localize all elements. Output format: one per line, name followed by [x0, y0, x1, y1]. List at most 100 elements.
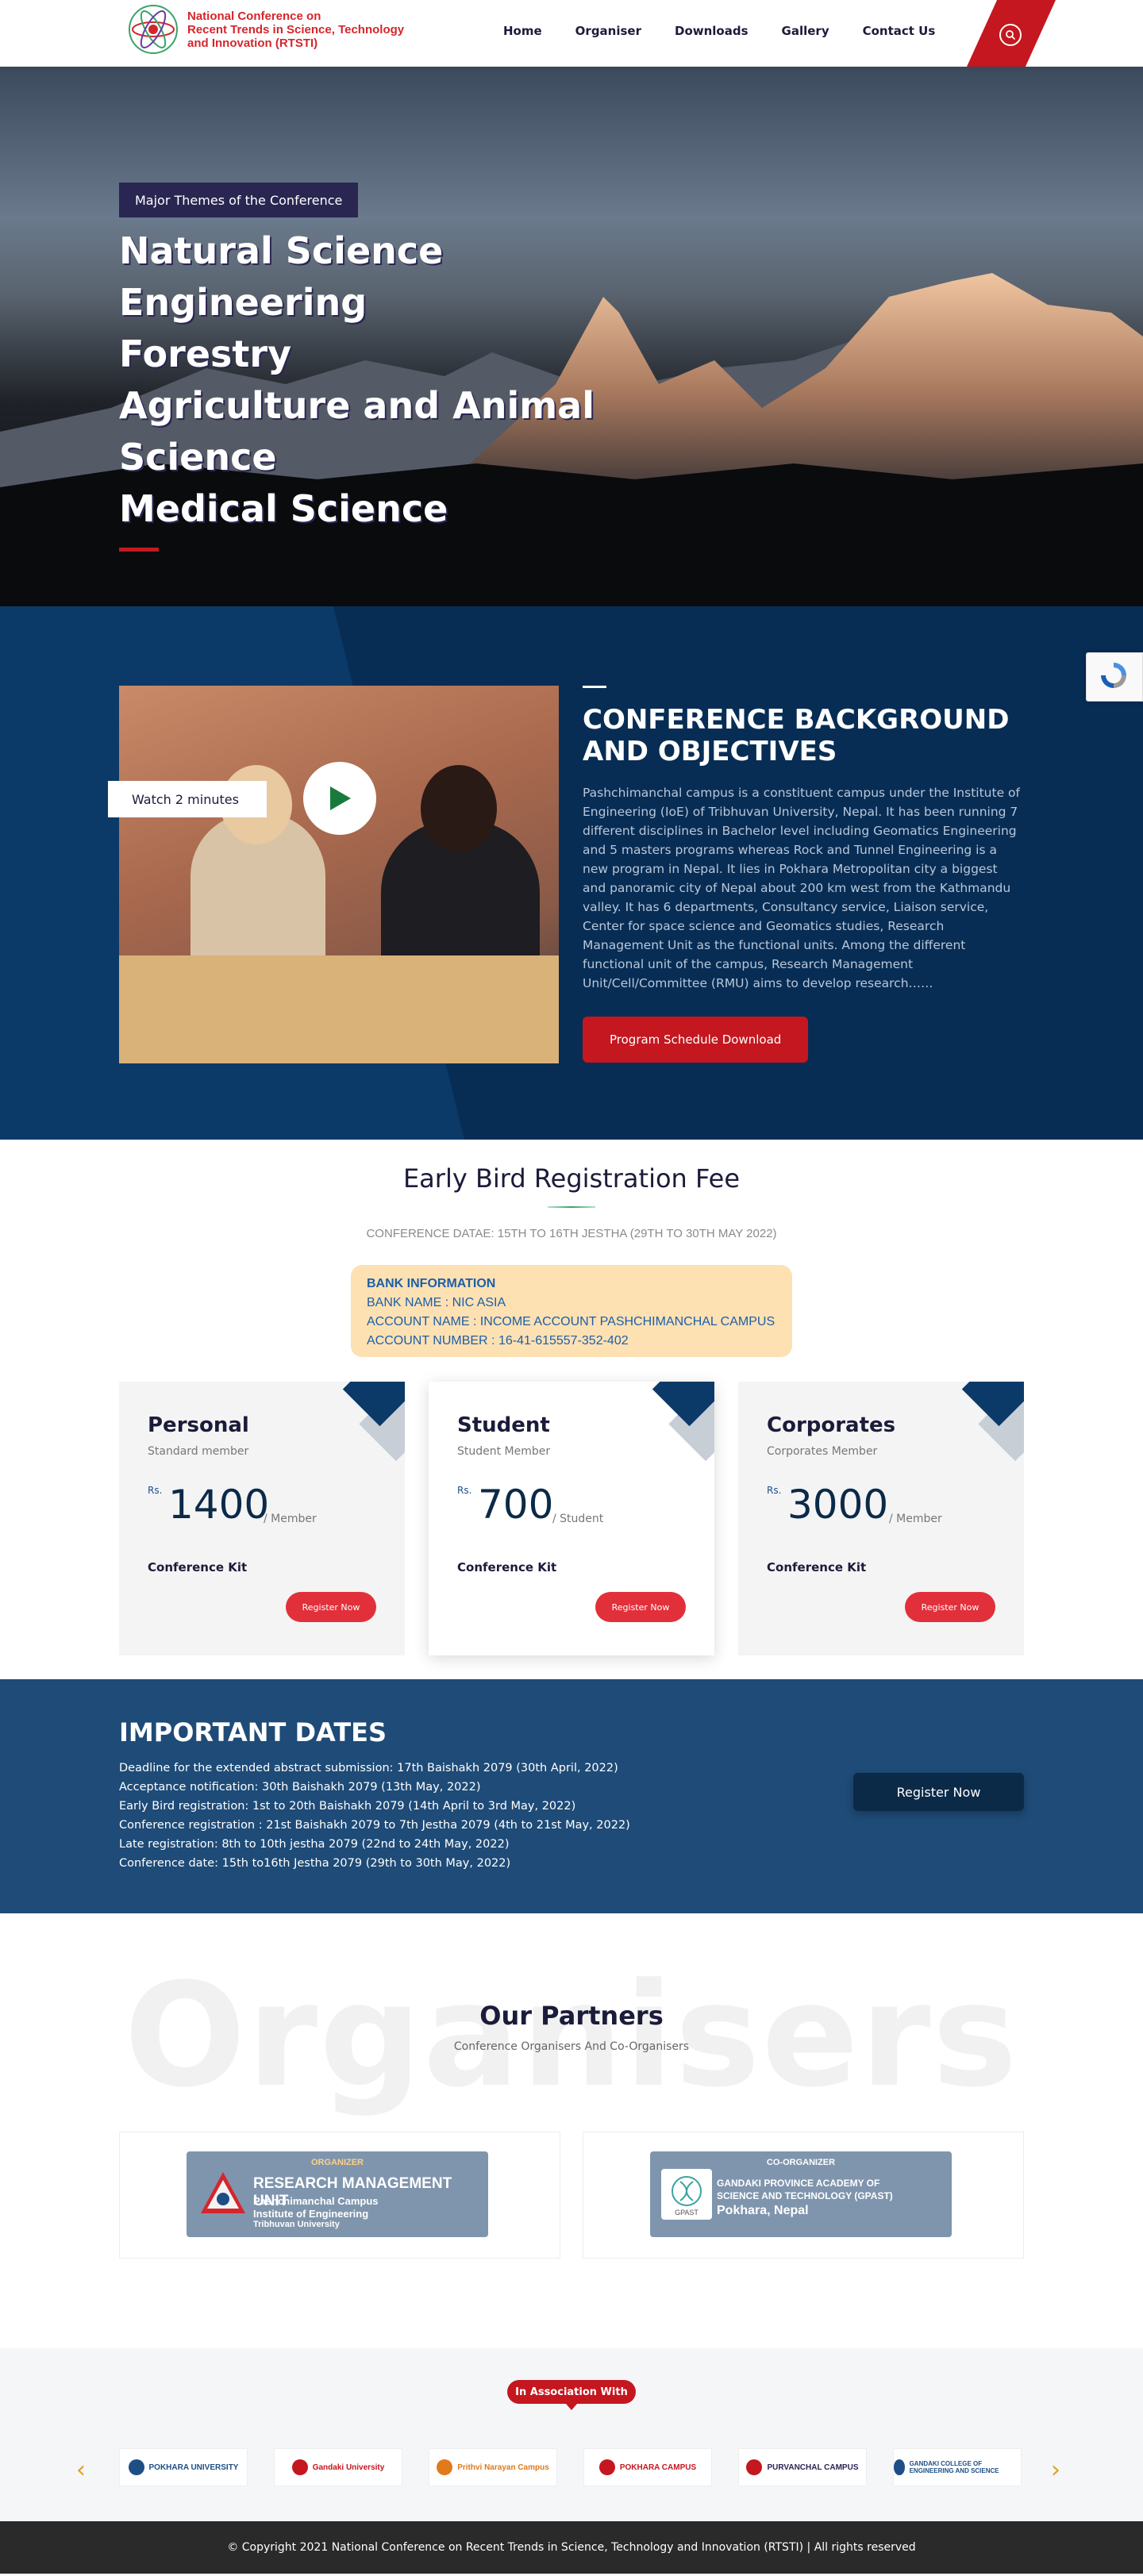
- conference-date: CONFERENCE DATAE: 15TH TO 16TH JESTHA (2…: [366, 1227, 777, 1240]
- search-icon: [1006, 30, 1016, 40]
- organizer-banner[interactable]: ORGANIZER RESEARCH MANAGEMENT UNIT Pashc…: [187, 2151, 488, 2237]
- important-dates-title: IMPORTANT DATES: [119, 1717, 387, 1747]
- organisers-watermark: Organisers: [124, 1953, 1019, 2119]
- theme-forestry: Forestry: [119, 333, 292, 375]
- hero-themes: Natural Science Engineering Forestry Agr…: [119, 225, 595, 535]
- background-title: CONFERENCE BACKGROUND AND OBJECTIVES: [583, 704, 1010, 767]
- early-bird-title: Early Bird Registration Fee: [402, 1163, 741, 1194]
- carousel-next-icon[interactable]: ›: [1051, 2456, 1060, 2484]
- association-logos: POKHARA UNIVERSITY Gandaki University Pr…: [119, 2448, 1024, 2486]
- nav-downloads[interactable]: Downloads: [675, 24, 749, 38]
- theme-agriculture: Agriculture and Animal: [119, 384, 595, 427]
- gandaki-university-icon: [291, 2459, 308, 2475]
- date-item: Conference registration : 21st Baishakh …: [119, 1819, 630, 1832]
- site-header: National Conference on Recent Trends in …: [0, 0, 1143, 67]
- logo-label: Gandaki University: [312, 2463, 385, 2472]
- important-dates-section: IMPORTANT DATES Deadline for the extende…: [0, 1679, 1143, 1913]
- logo-gandaki-university[interactable]: Gandaki University: [274, 2448, 402, 2486]
- register-now-button-corporates[interactable]: Register Now: [905, 1592, 995, 1622]
- date-item: Deadline for the extended abstract submi…: [119, 1762, 618, 1774]
- register-now-button-student[interactable]: Register Now: [595, 1592, 686, 1622]
- background-section: Watch 2 minutes CONFERENCE BACKGROUND AN…: [0, 606, 1143, 1140]
- logo-pokhara-campus[interactable]: POKHARA CAMPUS: [583, 2448, 712, 2486]
- organizer-line-2: Pashchimanchal Campus: [253, 2195, 379, 2207]
- ioe-emblem-icon: [201, 2172, 245, 2213]
- partners-title: Our Partners: [479, 2001, 664, 2031]
- theme-engineering: Engineering: [119, 281, 368, 324]
- logo-gandaki-college[interactable]: GANDAKI COLLEGE OF ENGINEERING AND SCIEN…: [893, 2448, 1022, 2486]
- logo-purvanchal-campus[interactable]: PURVANCHAL CAMPUS: [738, 2448, 867, 2486]
- co-organizer-tag: CO-ORGANIZER: [766, 2158, 836, 2167]
- watch-duration-label: Watch 2 minutes: [108, 781, 267, 817]
- logo-prithvi-narayan-campus[interactable]: Prithvi Narayan Campus: [429, 2448, 557, 2486]
- video-play-button[interactable]: [303, 762, 376, 835]
- organizer-box: ORGANIZER RESEARCH MANAGEMENT UNIT Pashc…: [119, 2132, 560, 2259]
- logo-label: Prithvi Narayan Campus: [457, 2463, 549, 2472]
- program-schedule-download-button[interactable]: Program Schedule Download: [583, 1017, 809, 1063]
- recaptcha-badge[interactable]: [1086, 652, 1143, 702]
- early-bird-divider: [548, 1206, 595, 1208]
- plan-currency: Rs.: [457, 1485, 472, 1496]
- nav-home[interactable]: Home: [503, 24, 542, 38]
- register-now-button-personal[interactable]: Register Now: [286, 1592, 376, 1622]
- video-thumbnail[interactable]: [119, 686, 559, 1063]
- nav-organiser[interactable]: Organiser: [575, 24, 641, 38]
- bank-account-name: ACCOUNT NAME : INCOME ACCOUNT PASHCHIMAN…: [367, 1315, 775, 1328]
- gpast-logo-text: GPAST: [675, 2209, 698, 2217]
- page: National Conference on Recent Trends in …: [0, 0, 1143, 2574]
- nav-gallery[interactable]: Gallery: [782, 24, 829, 38]
- carousel-prev-icon[interactable]: ‹: [76, 2456, 86, 2484]
- purvanchal-campus-icon: [746, 2459, 763, 2475]
- hero-badge: Major Themes of the Conference: [119, 183, 359, 217]
- bank-account-number: ACCOUNT NUMBER : 16-41-615557-352-402: [367, 1334, 629, 1348]
- partners-subtitle: Conference Organisers And Co-Organisers: [453, 2040, 690, 2053]
- co-organizer-line-1: GANDAKI PROVINCE ACADEMY OF: [717, 2178, 880, 2189]
- bank-heading: BANK INFORMATION: [367, 1277, 496, 1290]
- plan-price: 3000: [787, 1482, 889, 1528]
- organizer-lines: Pashchimanchal Campus Institute of Engin…: [253, 2195, 379, 2220]
- organizer-line-3: Institute of Engineering: [253, 2208, 369, 2220]
- site-title-line-3: and Innovation (RTSTI): [187, 36, 318, 50]
- pricing-card-student: Student Student Member Rs. 700 / Student…: [429, 1382, 714, 1655]
- plan-name: Personal: [148, 1413, 249, 1437]
- plan-unit: / Student: [552, 1513, 604, 1525]
- copyright-text: © Copyright 2021 National Conference on …: [227, 2541, 916, 2554]
- hero-banner: Major Themes of the Conference Natural S…: [0, 67, 1143, 606]
- plan-name: Corporates: [767, 1413, 896, 1437]
- site-logo[interactable]: National Conference on Recent Trends in …: [127, 0, 404, 59]
- logo-label: POKHARA UNIVERSITY: [148, 2463, 239, 2472]
- play-icon: [330, 786, 351, 810]
- theme-science: Science: [119, 436, 277, 479]
- logo-label: POKHARA CAMPUS: [619, 2463, 697, 2472]
- partners-section: Organisers Our Partners Conference Organ…: [0, 1913, 1143, 2348]
- main-nav: Home Organiser Downloads Gallery Contact…: [503, 24, 968, 38]
- co-organizer-line-3: Pokhara, Nepal: [717, 2204, 809, 2217]
- logo-pokhara-university[interactable]: POKHARA UNIVERSITY: [119, 2448, 248, 2486]
- date-item: Conference date: 15th to16th Jestha 2079…: [119, 1857, 511, 1870]
- bank-info-box: BANK INFORMATION BANK NAME : NIC ASIA AC…: [351, 1265, 792, 1357]
- theme-natural-science: Natural Science: [119, 229, 444, 272]
- register-now-button[interactable]: Register Now: [853, 1773, 1024, 1811]
- plan-subtitle: Corporates Member: [767, 1445, 878, 1458]
- video-table: [119, 955, 559, 1063]
- plan-feature: Conference Kit: [767, 1560, 867, 1574]
- logo-label: PURVANCHAL CAMPUS: [767, 2463, 859, 2472]
- pricing-card-corporates: Corporates Corporates Member Rs. 3000 / …: [738, 1382, 1024, 1655]
- pricing-card-personal: Personal Standard member Rs. 1400 / Memb…: [119, 1382, 405, 1655]
- nav-contact-us[interactable]: Contact Us: [863, 24, 936, 38]
- background-dash: [583, 686, 606, 688]
- important-dates-list: Deadline for the extended abstract submi…: [119, 1759, 630, 1873]
- background-text: CONFERENCE BACKGROUND AND OBJECTIVES Pas…: [583, 686, 1024, 1063]
- hero-underline: [119, 548, 159, 552]
- theme-medical-science: Medical Science: [119, 487, 448, 530]
- plan-unit: / Member: [889, 1513, 942, 1525]
- pokhara-campus-icon: [598, 2459, 615, 2475]
- co-organizer-banner[interactable]: CO-ORGANIZER GPAST GANDAKI PROVINCE ACAD…: [650, 2151, 952, 2237]
- bank-name: BANK NAME : NIC ASIA: [367, 1296, 506, 1309]
- plan-name: Student: [457, 1413, 550, 1437]
- gpast-logo-icon: GPAST: [661, 2169, 712, 2220]
- early-bird-section: Early Bird Registration Fee CONFERENCE D…: [0, 1140, 1143, 1679]
- search-button[interactable]: [999, 24, 1022, 46]
- plan-price: 700: [478, 1482, 554, 1528]
- plan-feature: Conference Kit: [148, 1560, 248, 1574]
